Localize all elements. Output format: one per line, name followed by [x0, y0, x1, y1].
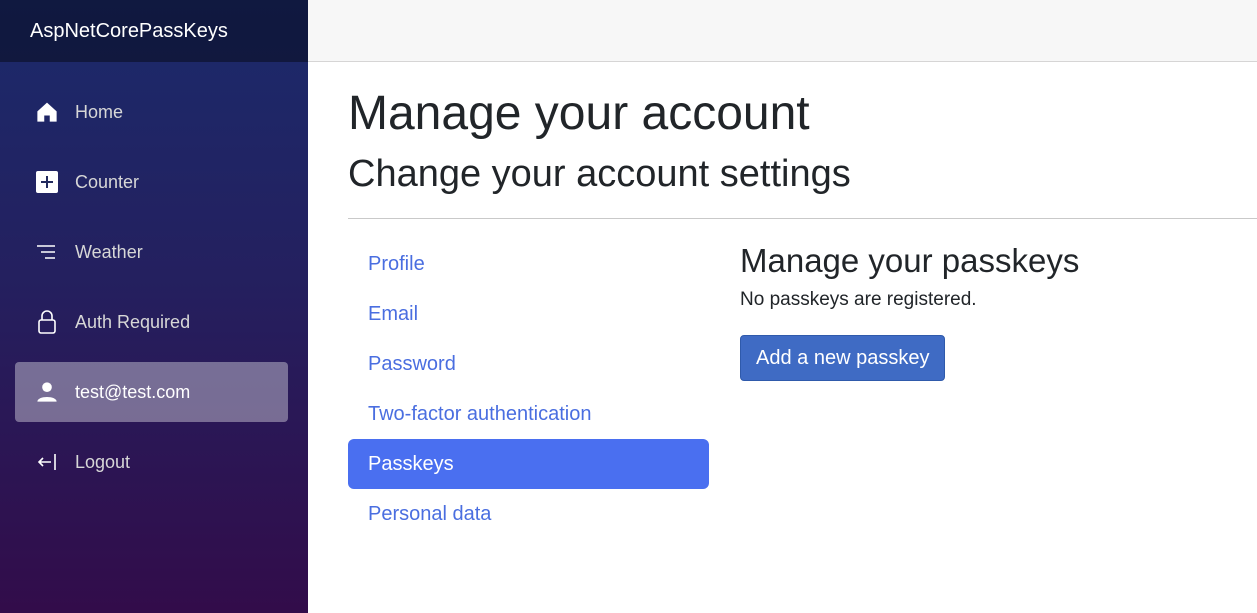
manage-row: Profile Email Password Two-factor authen…	[348, 239, 1257, 539]
sidebar-item-logout[interactable]: Logout	[15, 432, 288, 492]
home-icon	[35, 100, 59, 124]
sidebar-item-label: Logout	[75, 451, 131, 472]
sidebar-nav: Home Counter Weather Auth Required test@…	[0, 62, 308, 492]
page-subtitle: Change your account settings	[348, 153, 851, 195]
passkeys-panel: Manage your passkeys No passkeys are reg…	[740, 239, 1079, 539]
person-icon	[35, 380, 59, 404]
manage-nav-passkeys[interactable]: Passkeys	[348, 439, 709, 489]
manage-nav-email[interactable]: Email	[348, 289, 709, 339]
sidebar-item-counter[interactable]: Counter	[15, 152, 288, 212]
list-lines-icon	[35, 240, 59, 264]
no-passkeys-message: No passkeys are registered.	[740, 289, 977, 310]
brand-link[interactable]: AspNetCorePassKeys	[30, 20, 228, 43]
manage-nav: Profile Email Password Two-factor authen…	[348, 239, 709, 539]
manage-nav-profile[interactable]: Profile	[348, 239, 709, 289]
manage-nav-password[interactable]: Password	[348, 339, 709, 389]
logout-arrow-icon	[35, 450, 59, 474]
add-passkey-button[interactable]: Add a new passkey	[740, 335, 946, 381]
plus-square-icon	[35, 170, 59, 194]
main-area: Manage your account Change your account …	[308, 0, 1257, 613]
sidebar-item-label: Auth Required	[75, 311, 191, 332]
sidebar-item-label: Home	[75, 101, 124, 122]
sidebar-item-weather[interactable]: Weather	[15, 222, 288, 282]
sidebar-item-label: Counter	[75, 171, 140, 192]
page-title: Manage your account	[348, 87, 810, 140]
sidebar-item-account[interactable]: test@test.com	[15, 362, 288, 422]
panel-title: Manage your passkeys	[740, 242, 1080, 279]
sidebar-item-label: Weather	[75, 241, 143, 262]
app-root: AspNetCorePassKeys Home Counter Weather	[0, 0, 1257, 613]
manage-nav-personal-data[interactable]: Personal data	[348, 489, 709, 539]
brand-bar: AspNetCorePassKeys	[0, 0, 308, 62]
top-row	[308, 0, 1257, 62]
sidebar-item-label: test@test.com	[75, 381, 191, 402]
lock-icon	[35, 310, 59, 334]
sidebar: AspNetCorePassKeys Home Counter Weather	[0, 0, 308, 613]
divider	[348, 218, 1257, 219]
content: Manage your account Change your account …	[308, 86, 1257, 539]
sidebar-item-home[interactable]: Home	[15, 82, 288, 142]
sidebar-item-auth-required[interactable]: Auth Required	[15, 292, 288, 352]
manage-nav-two-factor[interactable]: Two-factor authentication	[348, 389, 709, 439]
